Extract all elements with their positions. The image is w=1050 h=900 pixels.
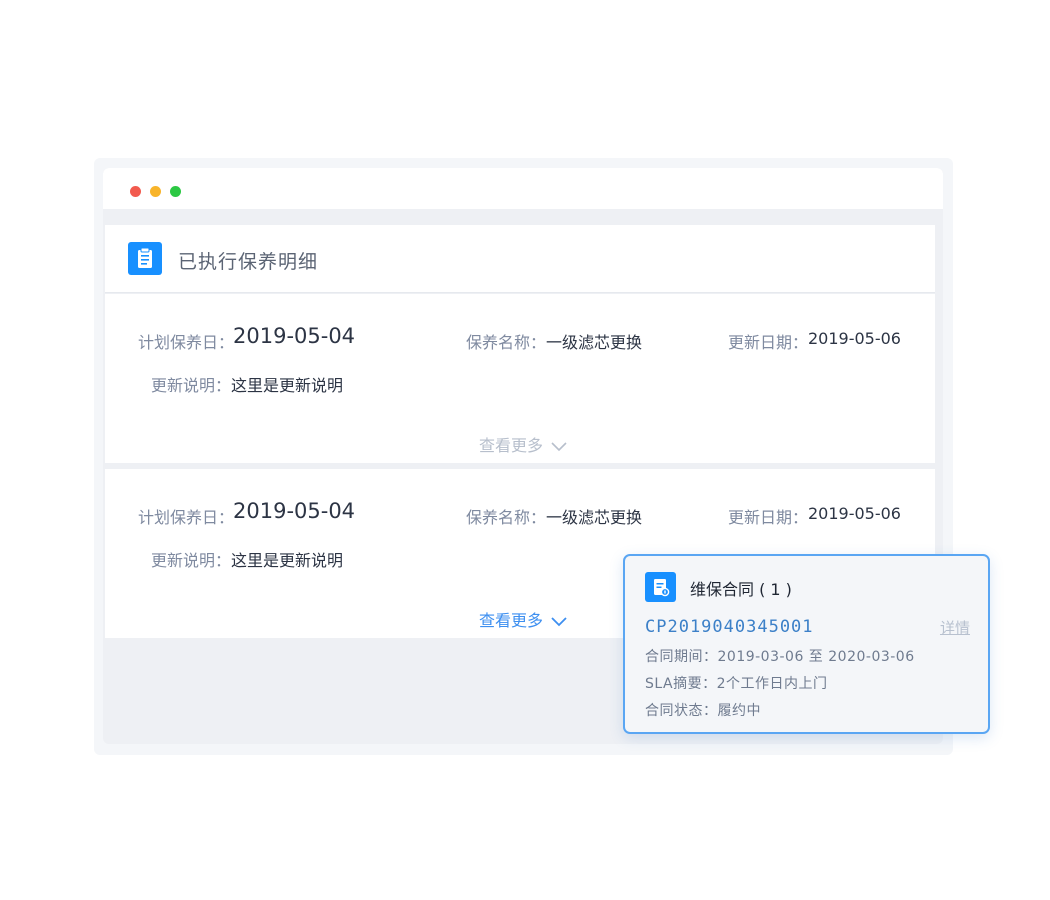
clipboard-icon	[128, 242, 162, 275]
contract-popup-card: 维保合同 ( 1 ) CP2019040345001 详情 合同期间：2019-…	[623, 554, 990, 734]
update-date-value: 2019-05-06	[808, 329, 901, 348]
plan-date-value: 2019-05-04	[233, 324, 356, 348]
contract-document-icon	[645, 572, 676, 602]
contract-status: 合同状态：履约中	[645, 703, 761, 719]
close-window-dot[interactable]	[130, 186, 141, 197]
view-more-link[interactable]: 查看更多	[479, 432, 567, 456]
update-note-value: 这里是更新说明	[231, 376, 344, 395]
view-more-label: 查看更多	[479, 611, 544, 630]
maintenance-record: 计划保养日： 2019-05-04 保养名称： 一级滤芯更换 更新日期： 201…	[105, 294, 935, 463]
maximize-window-dot[interactable]	[170, 186, 181, 197]
update-note-label: 更新说明：	[151, 376, 232, 395]
update-date-label: 更新日期：	[728, 333, 809, 352]
window-titlebar	[103, 168, 943, 209]
update-note-label: 更新说明：	[151, 551, 232, 570]
maintenance-name-value: 一级滤芯更换	[546, 508, 643, 527]
contract-popup-title: 维保合同 ( 1 )	[690, 580, 792, 599]
plan-date-label: 计划保养日：	[138, 508, 235, 527]
contract-sla-summary: SLA摘要：2个工作日内上门	[645, 676, 828, 692]
update-date-value: 2019-05-06	[808, 504, 901, 523]
plan-date-value: 2019-05-04	[233, 499, 356, 523]
contract-number-link[interactable]: CP2019040345001	[645, 617, 814, 637]
minimize-window-dot[interactable]	[150, 186, 161, 197]
chevron-down-icon	[551, 437, 567, 456]
contract-detail-link[interactable]: 详情	[940, 617, 970, 638]
view-more-label: 查看更多	[479, 436, 544, 455]
contract-period: 合同期间：2019-03-06 至 2020-03-06	[645, 649, 915, 665]
update-date-label: 更新日期：	[728, 508, 809, 527]
update-note-value: 这里是更新说明	[231, 551, 344, 570]
plan-date-label: 计划保养日：	[138, 333, 235, 352]
maintenance-name-label: 保养名称：	[466, 333, 547, 352]
panel-header: 已执行保养明细	[105, 225, 935, 293]
maintenance-name-label: 保养名称：	[466, 508, 547, 527]
view-more-link[interactable]: 查看更多	[479, 607, 567, 631]
chevron-down-icon	[551, 612, 567, 631]
panel-title: 已执行保养明细	[178, 251, 319, 273]
maintenance-name-value: 一级滤芯更换	[546, 333, 643, 352]
